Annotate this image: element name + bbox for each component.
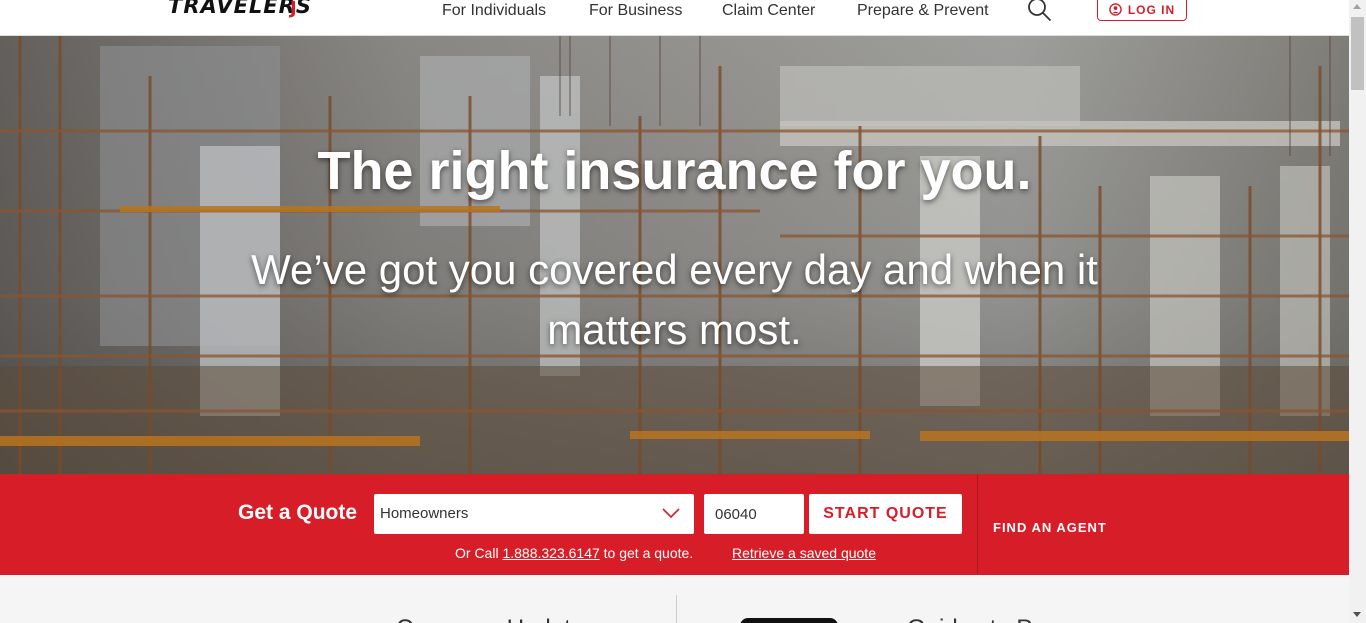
phone-link[interactable]: 1.888.323.6147 xyxy=(502,545,599,561)
scroll-down-arrow-icon[interactable] xyxy=(1353,612,1361,617)
nav-prepare-prevent[interactable]: Prepare & Prevent xyxy=(857,2,989,20)
section-divider xyxy=(676,595,677,623)
umbrella-logo-mark: J xyxy=(290,0,297,19)
product-select[interactable]: Homeowners xyxy=(374,494,694,534)
nav-claim-center[interactable]: Claim Center xyxy=(722,2,815,20)
nav-for-individuals[interactable]: For Individuals xyxy=(442,2,546,20)
call-line: Or Call 1.888.323.6147 to get a quote. xyxy=(455,545,693,561)
get-a-quote-label: Get a Quote xyxy=(238,501,358,524)
product-select-value: Homeowners xyxy=(380,505,469,522)
zip-code-input[interactable] xyxy=(704,494,804,534)
hero-banner: The right insurance for you. We’ve got y… xyxy=(0,36,1349,474)
user-circle-icon xyxy=(1109,3,1122,16)
hero-title: The right insurance for you. xyxy=(317,141,1032,201)
chevron-down-icon xyxy=(662,508,680,519)
scroll-up-arrow-icon[interactable] xyxy=(1353,4,1361,9)
guides-heading: Guides to Prepare xyxy=(907,615,1102,623)
dark-badge xyxy=(740,618,838,623)
start-quote-button[interactable]: START QUOTE xyxy=(809,494,962,534)
vertical-scrollbar[interactable] xyxy=(1349,0,1366,623)
nav-for-business[interactable]: For Business xyxy=(589,2,682,20)
coverage-updates-heading: Coverage Updates xyxy=(396,615,596,623)
quote-bar: Get a Quote Homeowners START QUOTE Or Ca… xyxy=(0,474,1349,575)
quote-bar-divider xyxy=(977,474,978,575)
find-an-agent-link[interactable]: FIND AN AGENT xyxy=(993,520,1107,535)
call-prefix: Or Call xyxy=(455,545,499,561)
login-button[interactable]: LOG IN xyxy=(1097,0,1187,21)
hero-subtitle: We’ve got you covered every day and when… xyxy=(251,246,1098,353)
scrollbar-thumb[interactable] xyxy=(1351,17,1364,90)
site-header: TRAVELERS J For Individuals For Business… xyxy=(0,0,1349,36)
page: TRAVELERS J For Individuals For Business… xyxy=(0,0,1366,623)
login-label: LOG IN xyxy=(1127,2,1176,17)
retrieve-saved-quote-link[interactable]: Retrieve a saved quote xyxy=(732,545,876,561)
call-suffix: to get a quote. xyxy=(603,545,694,561)
below-fold-section: Coverage Updates Guides to Prepare xyxy=(0,575,1349,623)
search-icon[interactable] xyxy=(1026,0,1052,22)
